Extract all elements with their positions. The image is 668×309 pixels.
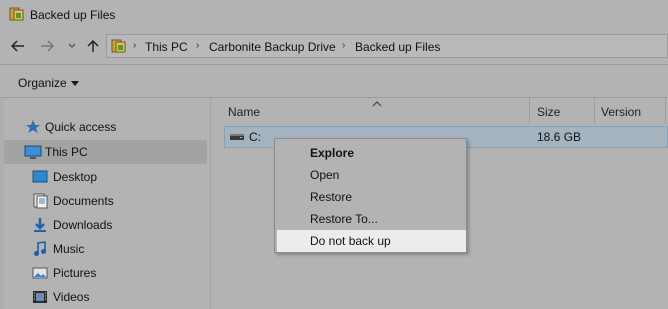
file-name: C: (249, 130, 261, 144)
sidebar-item-this-pc[interactable]: This PC (0, 140, 207, 164)
forward-arrow-icon[interactable] (38, 37, 56, 55)
column-divider[interactable] (665, 98, 666, 124)
sidebar-item-documents[interactable]: Documents (0, 189, 210, 213)
downloads-icon (32, 217, 48, 233)
sidebar-item-videos[interactable]: Videos (0, 285, 210, 309)
breadcrumb-separator[interactable]: › (196, 40, 199, 51)
documents-icon (32, 193, 48, 209)
command-bar: Organize (0, 67, 668, 97)
column-header-version[interactable]: Version (601, 105, 641, 119)
folder-icon (9, 6, 25, 22)
up-arrow-icon[interactable] (84, 37, 102, 55)
context-menu-restore[interactable]: Restore (277, 186, 466, 208)
column-divider[interactable] (529, 98, 530, 124)
music-icon (32, 241, 48, 257)
window-title: Backed up Files (30, 8, 116, 22)
menu-item-label: Explore (310, 146, 355, 160)
menu-item-label: Open (310, 168, 340, 182)
context-menu: Explore Open Restore Restore To... Do no… (274, 138, 467, 253)
sidebar-item-label: Downloads (53, 218, 113, 232)
sort-ascending-icon (372, 96, 382, 110)
menu-item-label: Restore (310, 190, 353, 204)
star-icon (25, 119, 41, 135)
navpane-scrollbar[interactable] (0, 98, 4, 309)
breadcrumb-carbonite-backup-drive[interactable]: Carbonite Backup Drive (209, 40, 336, 54)
address-bar[interactable]: › This PC › Carbonite Backup Drive › Bac… (106, 34, 668, 58)
chevron-down-icon[interactable] (63, 37, 81, 55)
caret-down-icon (70, 81, 79, 86)
column-header-size[interactable]: Size (537, 105, 560, 119)
breadcrumb-backed-up-files[interactable]: Backed up Files (355, 40, 440, 54)
sidebar-item-desktop[interactable]: Desktop (0, 165, 210, 189)
breadcrumb-this-pc[interactable]: This PC (145, 40, 188, 54)
menu-item-label: Do not back up (310, 234, 391, 248)
drive-icon (229, 130, 245, 144)
sidebar-item-quick-access[interactable]: Quick access (0, 115, 210, 139)
sidebar-item-label: Videos (53, 290, 90, 304)
pictures-icon (32, 265, 48, 281)
sidebar-item-downloads[interactable]: Downloads (0, 213, 210, 237)
folder-icon (111, 38, 127, 54)
navigation-pane: Quick access This PC Desktop Documents D… (0, 98, 210, 309)
context-menu-open[interactable]: Open (277, 164, 466, 186)
context-menu-explore[interactable]: Explore (277, 142, 466, 164)
context-menu-restore-to[interactable]: Restore To... (277, 208, 466, 230)
sidebar-item-label: Music (53, 242, 85, 256)
title-bar: Backed up Files (0, 0, 668, 31)
column-divider[interactable] (594, 98, 595, 124)
sidebar-item-label: This PC (45, 145, 88, 159)
sidebar-item-label: Pictures (53, 266, 97, 280)
videos-icon (32, 289, 48, 305)
organize-button[interactable]: Organize (18, 76, 79, 90)
breadcrumb-separator[interactable]: › (133, 40, 136, 51)
context-menu-do-not-back-up[interactable]: Do not back up (277, 230, 466, 252)
organize-label: Organize (18, 76, 67, 90)
file-size: 18.6 GB (537, 130, 582, 144)
sidebar-item-pictures[interactable]: Pictures (0, 261, 210, 285)
menu-item-label: Restore To... (310, 212, 378, 226)
column-header-name[interactable]: Name (228, 105, 260, 119)
navigation-bar: › This PC › Carbonite Backup Drive › Bac… (0, 31, 668, 61)
sidebar-item-music[interactable]: Music (0, 237, 210, 261)
sidebar-item-label: Documents (53, 194, 114, 208)
sidebar-item-label: Desktop (53, 170, 98, 184)
divider (0, 64, 668, 65)
sidebar-item-label: Quick access (45, 120, 117, 134)
breadcrumb-separator[interactable]: › (342, 40, 345, 51)
back-arrow-icon[interactable] (9, 37, 27, 55)
computer-icon (24, 144, 42, 160)
desktop-icon (32, 169, 48, 185)
